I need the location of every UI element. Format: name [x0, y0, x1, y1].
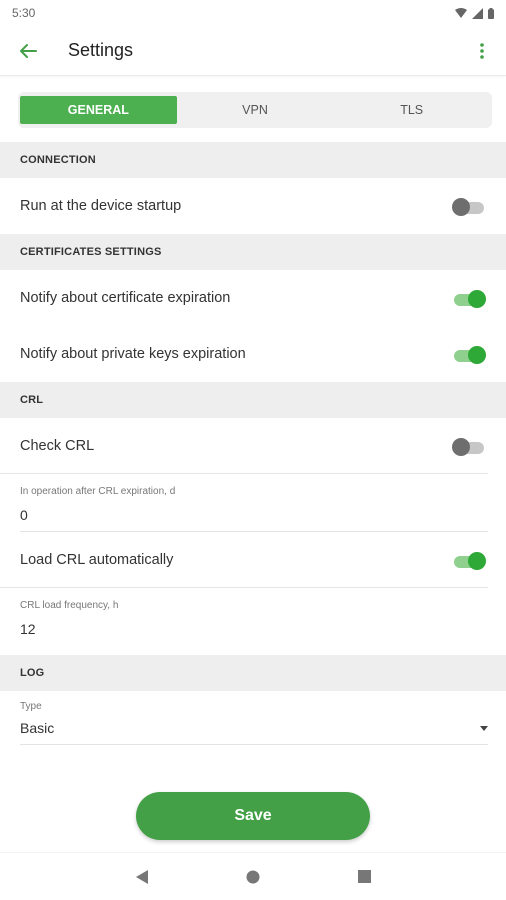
save-button-container: Save [0, 792, 506, 840]
field-log-type: Type Basic [0, 691, 506, 745]
load-crl-automatically-toggle[interactable] [452, 550, 486, 570]
field-label: Type [20, 701, 42, 712]
section-header-connection: CONNECTION [0, 142, 506, 178]
setting-notify-cert-expiration[interactable]: Notify about certificate expiration [0, 270, 506, 326]
operation-after-expiration-input[interactable]: 0 [20, 497, 488, 532]
system-nav-bar [0, 852, 506, 900]
page-title: Settings [68, 40, 134, 60]
setting-label: Run at the device startup [20, 198, 182, 214]
setting-label: Check CRL [20, 437, 95, 454]
circle-home-icon [246, 870, 260, 883]
save-button[interactable]: Save [136, 792, 370, 840]
back-button[interactable] [16, 39, 40, 63]
status-bar: 5:30 [0, 0, 506, 26]
setting-label: Notify about private keys expiration [20, 346, 246, 362]
nav-recents-button[interactable] [352, 865, 376, 889]
check-crl-toggle[interactable] [452, 436, 486, 456]
status-time: 5:30 [12, 6, 36, 20]
status-icons [455, 7, 494, 19]
setting-load-crl-automatically[interactable]: Load CRL automatically [0, 532, 488, 588]
log-type-value: Basic [20, 720, 55, 736]
crl-load-frequency-input[interactable]: 12 [20, 611, 488, 645]
field-label: In operation after CRL expiration, d [20, 486, 176, 497]
tab-tls[interactable]: TLS [333, 96, 490, 124]
setting-notify-keys-expiration[interactable]: Notify about private keys expiration [0, 326, 506, 382]
section-header-crl: CRL [0, 382, 506, 418]
field-operation-after-expiration: In operation after CRL expiration, d 0 [0, 474, 506, 532]
triangle-back-icon [135, 869, 148, 884]
overflow-menu-button[interactable] [472, 39, 492, 63]
wifi-icon [455, 8, 467, 18]
settings-tabs: GENERAL VPN TLS [18, 92, 492, 128]
field-label: CRL load frequency, h [20, 600, 119, 611]
nav-home-button[interactable] [241, 865, 265, 889]
setting-check-crl[interactable]: Check CRL [0, 418, 488, 474]
notify-cert-expiration-toggle[interactable] [452, 288, 486, 308]
field-crl-load-frequency: CRL load frequency, h 12 [0, 588, 506, 655]
square-recents-icon [357, 870, 371, 883]
setting-label: Load CRL automatically [20, 551, 174, 568]
run-at-startup-toggle[interactable] [452, 196, 486, 216]
log-type-select[interactable]: Basic [20, 712, 488, 745]
setting-run-at-startup[interactable]: Run at the device startup [0, 178, 506, 234]
signal-icon [472, 7, 483, 19]
setting-label: Notify about certificate expiration [20, 290, 231, 306]
section-header-log: LOG [0, 655, 506, 691]
nav-back-button[interactable] [130, 865, 154, 889]
app-bar: Settings [0, 26, 506, 76]
more-vert-icon [480, 42, 484, 59]
tab-vpn[interactable]: VPN [177, 96, 334, 124]
notify-keys-expiration-toggle[interactable] [452, 344, 486, 364]
dropdown-arrow-icon [480, 725, 488, 731]
section-header-certificates: CERTIFICATES SETTINGS [0, 234, 506, 270]
arrow-back-icon [20, 43, 37, 58]
tab-general[interactable]: GENERAL [20, 96, 177, 124]
battery-icon [488, 7, 494, 19]
tabs-container: GENERAL VPN TLS [0, 76, 506, 142]
